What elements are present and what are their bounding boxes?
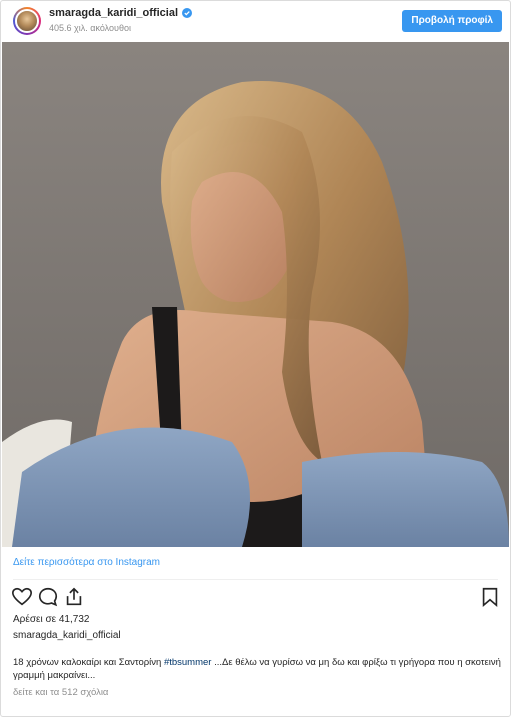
heart-icon[interactable] xyxy=(11,586,33,608)
share-icon[interactable] xyxy=(63,586,85,608)
view-profile-button[interactable]: Προβολή προφίλ xyxy=(402,10,502,32)
bookmark-icon[interactable] xyxy=(479,586,501,608)
like-count: Αρέσει σε 41,732 xyxy=(13,614,90,625)
post-header: smaragda_karidi_official 405.6 χιλ. ακόλ… xyxy=(1,1,510,41)
verified-badge-icon xyxy=(182,8,193,18)
owner-username[interactable]: smaragda_karidi_official xyxy=(13,630,121,641)
avatar-image xyxy=(15,9,39,33)
post-caption: 18 χρόνων καλοκαίρι και Σαντορίνη #tbsum… xyxy=(13,656,503,682)
username-row: smaragda_karidi_official xyxy=(49,7,193,19)
follower-count: 405.6 χιλ. ακόλουθοι xyxy=(49,23,131,33)
divider xyxy=(13,579,498,580)
post-photo-image xyxy=(2,42,509,547)
comment-bubble-icon[interactable] xyxy=(37,586,59,608)
action-bar xyxy=(11,586,501,610)
view-comments-link[interactable]: δείτε και τα 512 σχόλια xyxy=(13,687,108,698)
username-link[interactable]: smaragda_karidi_official xyxy=(49,7,178,19)
see-more-link[interactable]: Δείτε περισσότερα στο Instagram xyxy=(13,557,160,568)
avatar[interactable] xyxy=(13,7,41,35)
instagram-embed-card: smaragda_karidi_official 405.6 χιλ. ακόλ… xyxy=(0,0,511,717)
caption-text-start: 18 χρόνων καλοκαίρι και Σαντορίνη xyxy=(13,657,164,668)
hashtag-link[interactable]: #tbsummer xyxy=(164,657,212,668)
post-photo[interactable] xyxy=(2,42,509,547)
